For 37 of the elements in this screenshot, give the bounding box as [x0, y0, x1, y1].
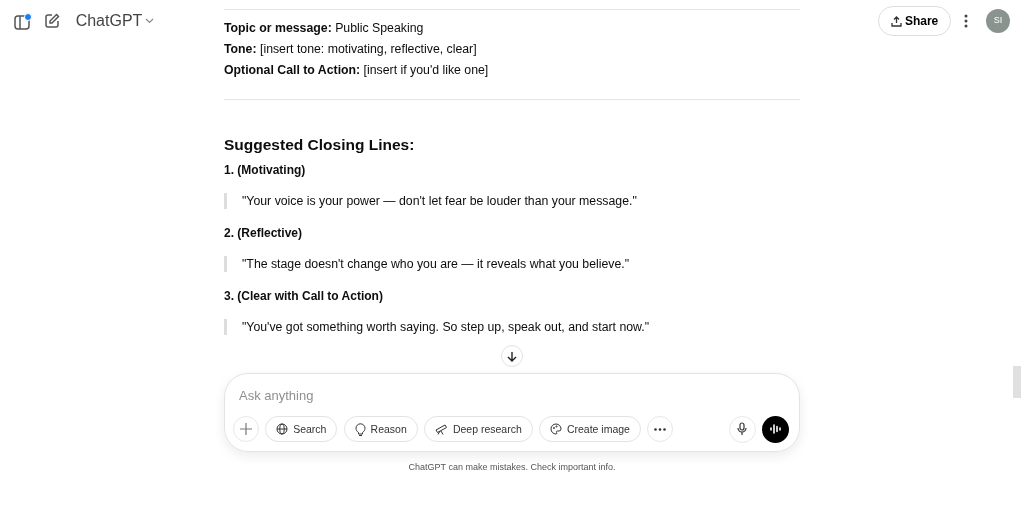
- section-heading: Suggested Closing Lines:: [224, 135, 416, 155]
- suggestion-title: 1. (Motivating): [224, 162, 307, 179]
- sidebar-icon[interactable]: [14, 12, 32, 30]
- suggestion-title: 3. (Clear with Call to Action): [224, 288, 384, 305]
- quote-text: "You've got something worth saying. So step up, speak out, and start now.": [224, 319, 800, 336]
- scroll-down-button[interactable]: [501, 345, 523, 368]
- quote-text: "Your voice is your power — don't let fear be louder than your message.": [224, 193, 800, 210]
- arrow-down-icon: [507, 350, 517, 362]
- microphone-icon: [737, 422, 748, 437]
- upload-icon: [890, 15, 902, 27]
- detail-line: Topic or message: Public Speaking: [224, 20, 425, 37]
- tool-button[interactable]: Search: [265, 416, 338, 443]
- detail-line: Tone: [insert tone: motivating, reflective, clear]: [224, 41, 478, 58]
- edit-icon[interactable]: [44, 13, 61, 29]
- lightbulb-icon: [354, 422, 366, 436]
- scrollbar-thumb[interactable]: [1013, 366, 1021, 398]
- telescope-icon: [434, 423, 448, 436]
- more-options-icon[interactable]: [963, 14, 968, 28]
- plus-icon: [240, 423, 252, 436]
- suggestion-title: 2. (Reflective): [224, 225, 304, 242]
- tool-button[interactable]: Reason: [343, 416, 418, 443]
- palette-icon: [549, 423, 562, 436]
- more-icon: [654, 427, 667, 431]
- waveform-icon: [769, 423, 782, 436]
- message-composer[interactable]: Ask anything Search Reason Deep research Create image: [224, 373, 800, 452]
- tool-button[interactable]: Create image: [538, 416, 641, 443]
- detail-line: Optional Call to Action: [insert if you'd like one]: [224, 62, 490, 79]
- microphone-button[interactable]: [728, 415, 756, 443]
- share-button[interactable]: Share: [877, 6, 952, 36]
- globe-icon: [276, 423, 289, 436]
- model-title[interactable]: ChatGPT: [75, 9, 143, 33]
- chevron-down-icon[interactable]: [145, 18, 155, 24]
- tool-button[interactable]: Deep research: [423, 416, 533, 443]
- disclaimer-text: ChatGPT can make mistakes. Check important info.: [407, 460, 617, 474]
- voice-mode-button[interactable]: [762, 415, 789, 443]
- quote-text: "The stage doesn't change who you are — it reveals what you believe.": [224, 256, 800, 273]
- more-tools-button[interactable]: [647, 416, 674, 443]
